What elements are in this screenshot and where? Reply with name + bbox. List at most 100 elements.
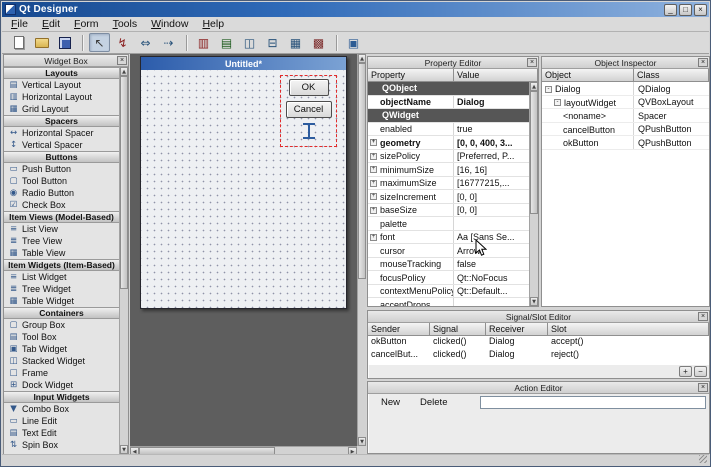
scroll-down-icon[interactable]: ▼ [530,297,538,306]
property-row-cursor[interactable]: cursorArrow [368,244,529,258]
property-group-qwidget[interactable]: QWidget [368,109,529,123]
maximize-icon[interactable]: □ [679,4,692,16]
expand-icon[interactable]: + [370,139,377,146]
scroll-down-icon[interactable]: ▼ [120,445,128,454]
column-header-slot[interactable]: Slot [548,323,709,336]
column-header-class[interactable]: Class [634,69,709,82]
property-row-objectname[interactable]: objectNameDialog [368,96,529,110]
column-header-object[interactable]: Object [542,69,634,82]
edit-signals-slots-icon[interactable]: ↯ [112,33,133,52]
signal-slot-row[interactable]: okButtonclicked()Dialogaccept() [368,336,709,349]
widgetbox-item-group-box[interactable]: ▢Group Box [4,319,119,331]
layout-horizontal-splitter-icon[interactable]: ◫ [239,33,260,52]
widgetbox-item-frame[interactable]: □Frame [4,367,119,379]
widgetbox-item-table-view[interactable]: ▦Table View [4,247,119,259]
expand-icon[interactable]: + [370,166,377,173]
inspector-row-dialog[interactable]: -DialogQDialog [542,82,709,96]
menu-window[interactable]: Window [144,17,195,32]
break-layout-icon[interactable]: ▩ [308,33,329,52]
remove-connection-button[interactable]: − [694,366,707,377]
widgetbox-section-layouts[interactable]: Layouts [4,67,119,79]
expand-icon[interactable]: + [370,180,377,187]
widgetbox-item-tool-box[interactable]: ▤Tool Box [4,331,119,343]
widgetbox-section-item-views-model-based[interactable]: Item Views (Model-Based) [4,211,119,223]
close-panel-icon[interactable]: × [527,58,537,67]
widgetbox-section-containers[interactable]: Containers [4,307,119,319]
widgetbox-section-input-widgets[interactable]: Input Widgets [4,391,119,403]
widgetbox-item-combo-box[interactable]: ▼Combo Box [4,403,119,415]
action-editor-titlebar[interactable]: Action Editor × [368,382,709,394]
property-row-geometry[interactable]: +geometry[0, 0, 400, 3... [368,136,529,150]
preview-icon[interactable]: ▣ [343,33,364,52]
close-panel-icon[interactable]: × [117,56,127,65]
signal-slot-titlebar[interactable]: Signal/Slot Editor × [368,311,709,323]
layout-grid-icon[interactable]: ▦ [285,33,306,52]
widgetbox-item-tree-widget[interactable]: ≣Tree Widget [4,283,119,295]
layout-vertical-splitter-icon[interactable]: ⊟ [262,33,283,52]
scroll-down-icon[interactable]: ▼ [358,437,366,446]
tree-toggle-icon[interactable]: - [545,86,552,93]
widget-box-scrollbar[interactable]: ▲ ▼ [119,67,128,454]
widgetbox-item-dock-widget[interactable]: ⊞Dock Widget [4,379,119,391]
open-form-icon[interactable] [31,33,52,52]
canvas-vertical-scrollbar[interactable]: ▲ ▼ [357,54,366,446]
property-row-enabled[interactable]: enabledtrue [368,123,529,137]
property-row-font[interactable]: +fontAa [Sans Se... [368,231,529,245]
scroll-thumb[interactable] [120,76,128,289]
widgetbox-item-tool-button[interactable]: ▢Tool Button [4,175,119,187]
widgetbox-item-check-box[interactable]: ☑Check Box [4,199,119,211]
scroll-thumb[interactable] [358,63,366,279]
close-icon[interactable]: × [694,4,707,16]
signal-slot-row[interactable]: cancelBut...clicked()Dialogreject() [368,349,709,362]
widgetbox-item-stacked-widget[interactable]: ◫Stacked Widget [4,355,119,367]
close-panel-icon[interactable]: × [698,58,708,67]
inspector-row-okbutton[interactable]: okButtonQPushButton [542,136,709,150]
title-bar[interactable]: Qt Designer _ □ × [2,2,709,17]
menu-edit[interactable]: Edit [35,17,67,32]
property-row-focuspolicy[interactable]: focusPolicyQt::NoFocus [368,271,529,285]
edit-buddies-icon[interactable]: ⇔ [135,33,156,52]
layout-selection-rect[interactable]: OK Cancel [280,75,337,147]
object-inspector-titlebar[interactable]: Object Inspector × [542,57,709,69]
expand-icon[interactable]: + [370,153,377,160]
column-header-receiver[interactable]: Receiver [486,323,548,336]
widgetbox-item-grid-layout[interactable]: ▦Grid Layout [4,103,119,115]
widgetbox-item-text-edit[interactable]: ▤Text Edit [4,427,119,439]
inspector-row-noname[interactable]: <noname>Spacer [542,109,709,123]
widgetbox-item-vertical-spacer[interactable]: ↕Vertical Spacer [4,139,119,151]
widgetbox-item-spin-box[interactable]: ⇅Spin Box [4,439,119,451]
widgetbox-item-list-widget[interactable]: ≡List Widget [4,271,119,283]
form-canvas[interactable]: OK Cancel [141,70,346,308]
minimize-icon[interactable]: _ [664,4,677,16]
property-row-palette[interactable]: palette [368,217,529,231]
close-panel-icon[interactable]: × [698,312,708,321]
form-editor-area[interactable]: Untitled* OK Cancel ▲ ▼ ◀ ▶ [130,54,366,455]
vertical-spacer-indicator[interactable] [303,123,315,139]
widgetbox-item-table-widget[interactable]: ▦Table Widget [4,295,119,307]
widgetbox-item-push-button[interactable]: ▭Push Button [4,163,119,175]
column-header-sender[interactable]: Sender [368,323,430,336]
widget-box-titlebar[interactable]: Widget Box × [4,55,128,67]
delete-action-button[interactable]: Delete [413,396,454,409]
menu-tools[interactable]: Tools [106,17,145,32]
widgetbox-item-horizontal-layout[interactable]: ▥Horizontal Layout [4,91,119,103]
expand-icon[interactable]: + [370,193,377,200]
cancel-button[interactable]: Cancel [286,101,332,118]
edit-widgets-icon[interactable]: ↖ [89,33,110,52]
layout-horizontal-icon[interactable]: ▥ [193,33,214,52]
property-row-basesize[interactable]: +baseSize[0, 0] [368,204,529,218]
column-header-value[interactable]: Value [454,69,538,82]
property-editor-titlebar[interactable]: Property Editor × [368,57,538,69]
property-group-qobject[interactable]: QObject [368,82,529,96]
property-editor-scrollbar[interactable]: ▲ ▼ [529,82,538,306]
scroll-up-icon[interactable]: ▲ [120,67,128,76]
save-form-icon[interactable] [54,33,75,52]
expand-icon[interactable]: + [370,234,377,241]
widgetbox-item-list-view[interactable]: ≡List View [4,223,119,235]
inspector-row-layoutwidget[interactable]: -layoutWidgetQVBoxLayout [542,96,709,110]
column-header-signal[interactable]: Signal [430,323,486,336]
scroll-thumb[interactable] [530,91,538,214]
widgetbox-item-radio-button[interactable]: ◉Radio Button [4,187,119,199]
new-action-button[interactable]: New [374,396,407,409]
widgetbox-section-item-widgets-item-based[interactable]: Item Widgets (Item-Based) [4,259,119,271]
